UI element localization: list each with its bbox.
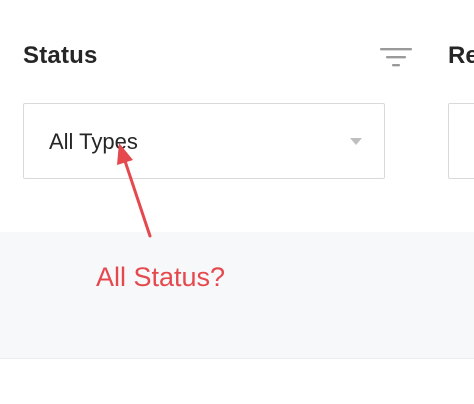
- next-select[interactable]: [448, 103, 474, 179]
- section-title-status: Status: [23, 42, 98, 69]
- annotation-text: All Status?: [96, 262, 226, 292]
- section-title-next: Re: [448, 42, 474, 69]
- status-select-value: All Types: [49, 129, 138, 154]
- content-band: [0, 232, 474, 359]
- status-select[interactable]: All Types: [23, 103, 385, 179]
- caret-down-icon: [350, 138, 362, 145]
- filter-icon[interactable]: [380, 46, 412, 70]
